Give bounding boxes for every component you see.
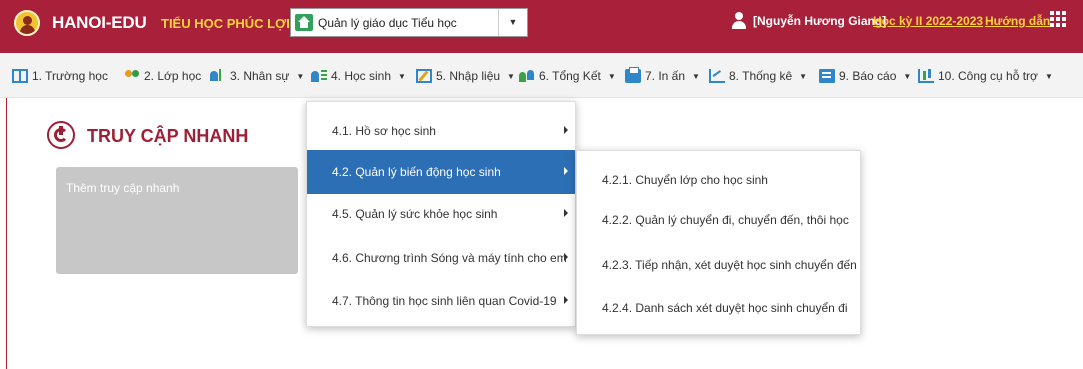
main-nav: 1. Trường học 2. Lớp học 3. Nhân sự ▼ 4.… [0, 53, 1083, 98]
user-name[interactable]: [Nguyễn Hương Giang] [753, 14, 886, 28]
power-icon [47, 121, 75, 149]
school-name: TIỂU HỌC PHÚC LỢI [161, 16, 290, 31]
student-dropdown-menu: 4.1. Hồ sơ học sinh 4.2. Quản lý biến độ… [306, 101, 576, 327]
nav-label: 2. Lớp học [144, 69, 202, 83]
submenu-item-outgoing-list[interactable]: 4.2.4. Danh sách xét duyệt học sinh chuy… [577, 297, 860, 319]
nav-item-tools[interactable]: 10. Công cụ hỗ trợ ▼ [918, 67, 1053, 85]
quick-access-title: TRUY CẬP NHANH [87, 126, 249, 146]
caret-right-icon [564, 126, 568, 134]
menu-item-covid-info[interactable]: 4.7. Thông tin học sinh liên quan Covid-… [307, 279, 575, 323]
content-left-border [6, 98, 7, 369]
submenu-item-incoming-approval[interactable]: 4.2.3. Tiếp nhận, xét duyệt học sinh chu… [577, 254, 860, 276]
caret-down-icon: ▼ [607, 71, 616, 81]
caret-right-icon [564, 167, 568, 175]
submenu-item-transfer-management[interactable]: 4.2.2. Quản lý chuyển đi, chuyển đến, th… [577, 209, 860, 231]
menu-item-label: 4.6. Chương trình Sóng và máy tính cho e… [332, 251, 567, 265]
caret-down-icon: ▼ [1044, 71, 1053, 81]
module-select[interactable]: Quản lý giáo dục Tiểu học ▼ [290, 8, 528, 37]
home-icon [295, 14, 313, 31]
nav-label: 6. Tổng Kết [539, 69, 601, 83]
nav-label: 10. Công cụ hỗ trợ [938, 69, 1038, 83]
caret-down-icon: ▼ [692, 71, 700, 81]
print-icon [625, 67, 641, 83]
menu-item-student-profile[interactable]: 4.1. Hồ sơ học sinh [307, 109, 575, 153]
caret-right-icon [564, 253, 568, 261]
menu-item-student-health[interactable]: 4.5. Quản lý sức khỏe học sinh [307, 192, 575, 236]
caret-down-icon: ▼ [799, 71, 808, 81]
edit-icon [416, 69, 432, 83]
semester-link[interactable]: Học kỳ II 2022-2023 [873, 14, 983, 28]
student-icon [311, 69, 327, 83]
summary-icon [519, 69, 535, 83]
nav-item-print[interactable]: 7. In ấn ▼ [625, 67, 700, 85]
nav-item-staff[interactable]: 3. Nhân sự ▼ [210, 67, 304, 85]
menu-item-computer-program[interactable]: 4.6. Chương trình Sóng và máy tính cho e… [307, 236, 575, 280]
class-people-icon [124, 69, 140, 83]
menu-item-label: 4.5. Quản lý sức khỏe học sinh [332, 207, 498, 221]
top-header: HANOI-EDU TIỂU HỌC PHÚC LỢI Quản lý giáo… [0, 0, 1083, 53]
add-quick-access-link[interactable]: Thêm truy cập nhanh [66, 181, 179, 195]
user-icon [731, 12, 747, 30]
chevron-down-icon[interactable]: ▼ [498, 9, 527, 36]
statistics-icon [709, 69, 725, 83]
caret-right-icon [564, 296, 568, 304]
caret-right-icon [564, 209, 568, 217]
menu-item-label: 4.7. Thông tin học sinh liên quan Covid-… [332, 294, 557, 308]
nav-item-reports[interactable]: 9. Báo cáo ▼ [819, 67, 911, 85]
caret-down-icon: ▼ [296, 71, 305, 81]
menu-item-label: 4.1. Hồ sơ học sinh [332, 124, 436, 138]
menu-item-label: 4.2. Quản lý biến động học sinh [332, 165, 501, 179]
report-icon [819, 69, 835, 83]
caret-down-icon: ▼ [507, 71, 515, 81]
nav-label: 9. Báo cáo [839, 69, 897, 83]
caret-down-icon: ▼ [398, 71, 406, 81]
hanoi-edu-logo-icon[interactable] [14, 10, 40, 36]
nav-label: 5. Nhập liệu [436, 69, 501, 83]
nav-label: 8. Thống kê [729, 69, 793, 83]
menu-item-student-movement[interactable]: 4.2. Quản lý biến động học sinh [307, 150, 575, 194]
school-grid-icon [12, 69, 28, 83]
submenu-item-class-transfer[interactable]: 4.2.1. Chuyển lớp cho học sinh [577, 169, 860, 191]
nav-label: 7. In ấn [645, 69, 686, 83]
student-movement-submenu: 4.2.1. Chuyển lớp cho học sinh 4.2.2. Qu… [576, 150, 861, 335]
caret-down-icon: ▼ [903, 71, 912, 81]
help-link[interactable]: Hướng dẫn [985, 14, 1050, 28]
nav-label: 4. Học sinh [331, 69, 392, 83]
tools-icon [918, 69, 934, 83]
nav-label: 1. Trường học [32, 69, 108, 83]
nav-label: 3. Nhân sự [230, 69, 290, 83]
brand-title[interactable]: HANOI-EDU [52, 13, 147, 33]
nav-item-data-entry[interactable]: 5. Nhập liệu ▼ [416, 67, 515, 85]
module-select-value: Quản lý giáo dục Tiểu học [318, 16, 457, 30]
nav-item-students[interactable]: 4. Học sinh ▼ [311, 67, 406, 85]
nav-item-summary[interactable]: 6. Tổng Kết ▼ [519, 67, 616, 85]
nav-item-school[interactable]: 1. Trường học [12, 67, 108, 85]
nav-item-class[interactable]: 2. Lớp học [124, 67, 201, 85]
staff-icon [210, 69, 226, 83]
nav-item-statistics[interactable]: 8. Thống kê ▼ [709, 67, 807, 85]
apps-grid-icon[interactable] [1050, 11, 1066, 27]
